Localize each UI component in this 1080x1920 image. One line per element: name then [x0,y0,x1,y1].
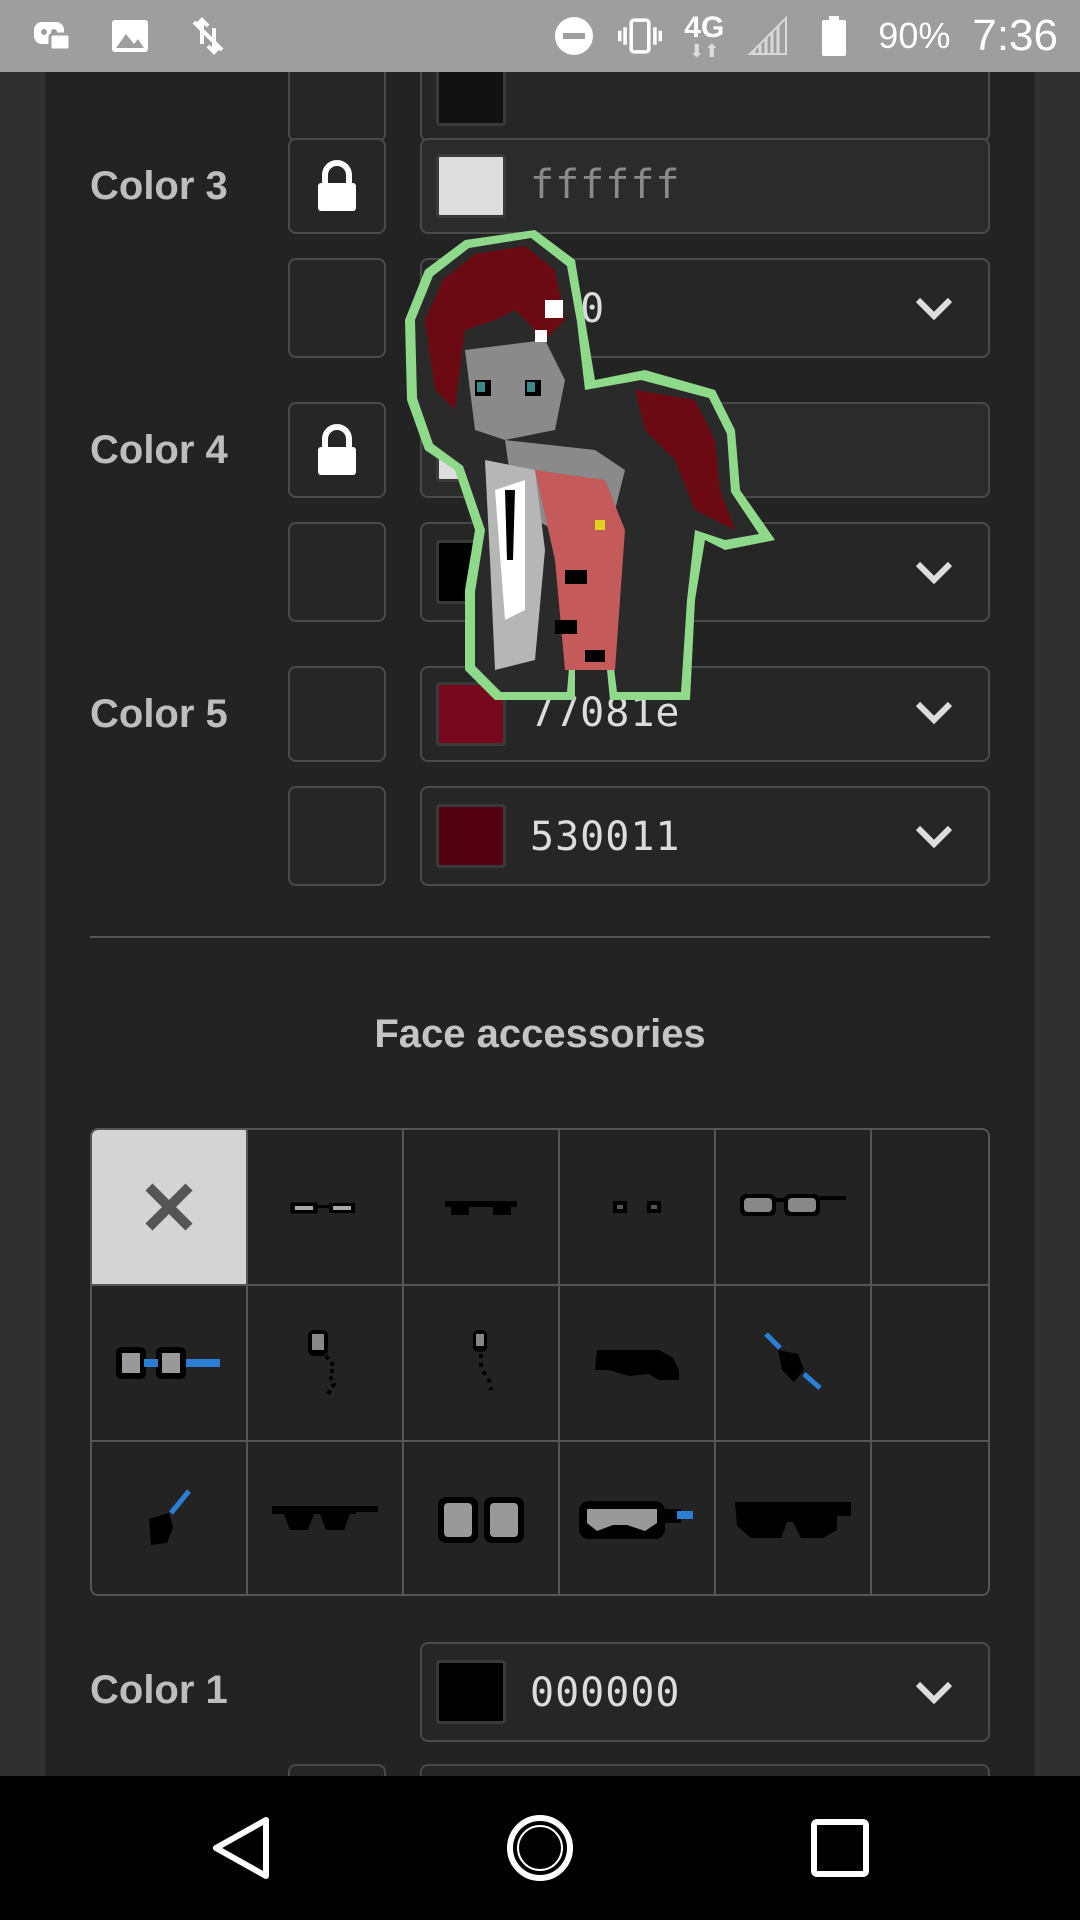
color-4-lock-button[interactable] [288,402,386,498]
color-5-label: Color 5 [90,692,228,736]
round-glasses-icon [740,1194,846,1216]
home-icon[interactable] [504,1812,576,1884]
lock-icon [318,160,356,211]
blue-goggles-icon [116,1347,220,1379]
blue-visor-icon [764,1332,822,1390]
signal-icon [746,14,790,58]
chevron-down-icon[interactable] [914,1678,954,1708]
data-arrows-icon: ⬇⬆ [689,41,720,61]
chevron-down-icon[interactable] [914,294,954,324]
network-type: 4G [684,11,725,44]
do-not-disturb-icon [552,14,596,58]
color-3-outline-lock[interactable] [288,258,386,358]
close-icon [145,1183,193,1231]
accessory-round-glasses[interactable] [716,1130,872,1286]
network-indicator: 4G ⬇⬆ [684,11,725,61]
color-3-lock-button[interactable] [288,138,386,234]
recents-icon[interactable] [804,1812,876,1884]
color-3-fill-select[interactable]: ffffff [420,138,990,234]
ski-goggles-icon [579,1501,693,1539]
color-5-outline-lock[interactable] [288,786,386,886]
accessory-wide-shades[interactable] [716,1442,872,1594]
clock: 7:36 [972,11,1058,60]
color-hex-value: 000000 [530,1670,681,1716]
wide-shades-icon [735,1502,851,1538]
color-5-lock-button[interactable] [288,666,386,762]
accessory-blue-eyepatch[interactable] [92,1442,248,1594]
accessory-small-monocle[interactable] [404,1286,560,1442]
color-4-label: Color 4 [90,428,228,472]
chevron-down-icon[interactable] [914,698,954,728]
accessory-blue-visor[interactable] [716,1286,872,1442]
navigation-bar [0,1776,1080,1920]
accessory-big-goggles[interactable] [404,1442,560,1594]
image-icon [108,14,152,58]
accessory-ski-goggles[interactable] [560,1442,716,1594]
section-divider [90,936,990,938]
blue-eyepatch-icon [149,1489,191,1545]
thin-glasses-icon [290,1202,355,1214]
color-swatch [436,154,506,218]
face-accessories-title: Face accessories [374,1012,706,1056]
color-hex-value: ffffff [530,162,681,208]
battery-percent: 90% [878,15,951,56]
accessory-none[interactable] [92,1130,248,1286]
small-monocle-icon [473,1330,493,1391]
face-accessories-grid [90,1128,990,1596]
chevron-down-icon[interactable] [914,558,954,588]
sunglasses-icon [445,1201,517,1215]
lock-toggle[interactable] [288,72,386,142]
lock-icon [318,424,356,475]
accessory-mask[interactable] [560,1286,716,1442]
accessory-monocle[interactable] [248,1286,404,1442]
dot-eyes-icon [613,1201,661,1213]
accessory-sunglasses[interactable] [404,1130,560,1286]
color-3-label: Color 3 [90,164,228,208]
accessory-dot-eyes[interactable] [560,1130,716,1286]
status-bar: 4G ⬇⬆ 90% 7:36 [0,0,1080,72]
color-select[interactable] [420,72,990,142]
accessory-blue-goggles[interactable] [92,1286,248,1442]
pony-character-preview[interactable] [395,230,815,700]
big-goggles-icon [438,1497,524,1543]
battery-icon [812,14,856,58]
color-1-label: Color 1 [90,1668,228,1712]
back-icon[interactable] [206,1812,278,1884]
grid-empty-cell [872,1130,988,1286]
vibrate-icon [618,14,663,58]
chevron-down-icon[interactable] [914,822,954,852]
grid-empty-cell [872,1442,988,1594]
accessory-thin-glasses[interactable] [248,1130,404,1286]
color-hex-value: 530011 [530,814,681,860]
color-swatch [436,804,506,868]
data-off-icon [186,14,230,58]
color-swatch [436,1660,506,1724]
color-swatch [436,72,506,126]
accessory-shades[interactable] [248,1442,404,1594]
lock-toggle[interactable] [288,1764,386,1776]
mask-icon [595,1350,679,1380]
color-5-outline-select[interactable]: 530011 [420,786,990,886]
monocle-icon [308,1330,337,1396]
color-select[interactable] [420,1764,990,1776]
editor-panel: Color 3 ffffff 000 Color 4 0 Color 5 770… [45,72,1035,1776]
shades-icon [272,1506,378,1530]
color-4-outline-lock[interactable] [288,522,386,622]
grid-empty-cell [872,1286,988,1442]
discord-icon [30,14,74,58]
color-1-fill-select[interactable]: 000000 [420,1642,990,1742]
